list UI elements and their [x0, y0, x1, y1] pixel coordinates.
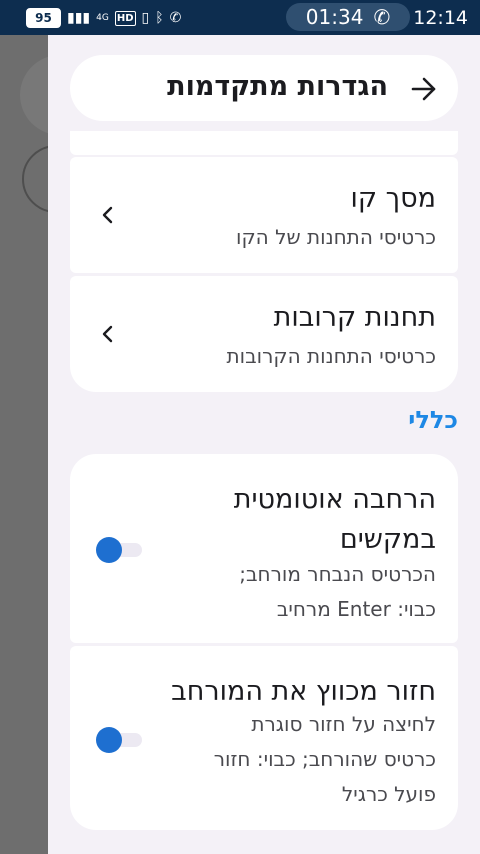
phone-icon: ✆ [373, 5, 391, 29]
toggle-thumb [96, 727, 122, 753]
setting-title: הרחבה אוטומטית במקשים [234, 480, 436, 560]
setting-description: לחיצה על חזור סוגרת כרטיס שהורחב; כבוי: … [214, 707, 436, 812]
setting-description-line: כבוי: Enter מרחיב [276, 597, 436, 621]
setting-description-line: לחיצה על חזור סוגרת [251, 712, 436, 736]
status-bar: 95 ▮▮▮ 4G HD ▯ ᛒ ✆ 01:34 ✆ 12:14 [0, 0, 480, 35]
setting-description-line: כרטיס שהורחב; כבוי: חזור [213, 747, 436, 771]
drawer-scrim[interactable] [0, 35, 48, 854]
status-icons: 95 ▮▮▮ 4G HD ▯ ᛒ ✆ [26, 8, 181, 28]
item-title: מסך קו [350, 183, 436, 214]
item-subtitle: כרטיסי התחנות של הקו [236, 225, 436, 249]
call-timer: 01:34 [305, 5, 364, 29]
auto-expand-setting[interactable]: הרחבה אוטומטית במקשים הכרטיס הנבחר מורחב… [70, 454, 458, 643]
setting-description-line: הכרטיס הנבחר מורחב; [239, 562, 436, 586]
ongoing-call-chip[interactable]: 01:34 ✆ [286, 3, 410, 31]
chevron-left-icon [102, 206, 113, 224]
network-type: 4G [96, 13, 109, 23]
hd-voice-icon: HD [114, 10, 136, 26]
back-collapses-toggle[interactable] [96, 723, 144, 753]
signal-icon: ▮▮▮ [67, 10, 91, 26]
setting-description: הכרטיס הנבחר מורחב; כבוי: Enter מרחיב [239, 557, 436, 627]
page-title: הגדרות מתקדמות [167, 71, 388, 102]
previous-card-edge [70, 131, 458, 155]
background-ring [22, 145, 48, 213]
arrow-right-icon[interactable] [410, 75, 438, 103]
battery-indicator: 95 [26, 8, 61, 28]
toggle-thumb [96, 537, 122, 563]
setting-description-line: פועל כרגיל [341, 782, 436, 806]
setting-title-line: הרחבה אוטומטית [233, 484, 436, 515]
vibrate-icon: ▯ [141, 10, 150, 26]
line-screen-item[interactable]: מסך קו כרטיסי התחנות של הקו [70, 157, 458, 273]
nearby-stations-item[interactable]: תחנות קרובות כרטיסי התחנות הקרובות [70, 276, 458, 392]
setting-title: חזור מכווץ את המורחב [171, 672, 436, 712]
wifi-call-icon: ✆ [169, 10, 182, 26]
setting-title-line: במקשים [339, 524, 436, 555]
item-subtitle: כרטיסי התחנות הקרובות [226, 344, 436, 368]
chevron-left-icon [102, 325, 113, 343]
background-circle [20, 55, 48, 135]
section-header-general: כללי [408, 406, 458, 434]
header-bar: הגדרות מתקדמות [70, 55, 458, 121]
clock: 12:14 [413, 7, 468, 29]
setting-title-line: חזור מכווץ את המורחב [171, 676, 436, 707]
bluetooth-icon: ᛒ [155, 10, 164, 26]
item-title: תחנות קרובות [273, 302, 436, 333]
settings-panel: הגדרות מתקדמות מסך קו כרטיסי התחנות של ה… [48, 35, 480, 854]
auto-expand-toggle[interactable] [96, 533, 144, 563]
back-collapses-setting[interactable]: חזור מכווץ את המורחב לחיצה על חזור סוגרת… [70, 646, 458, 830]
